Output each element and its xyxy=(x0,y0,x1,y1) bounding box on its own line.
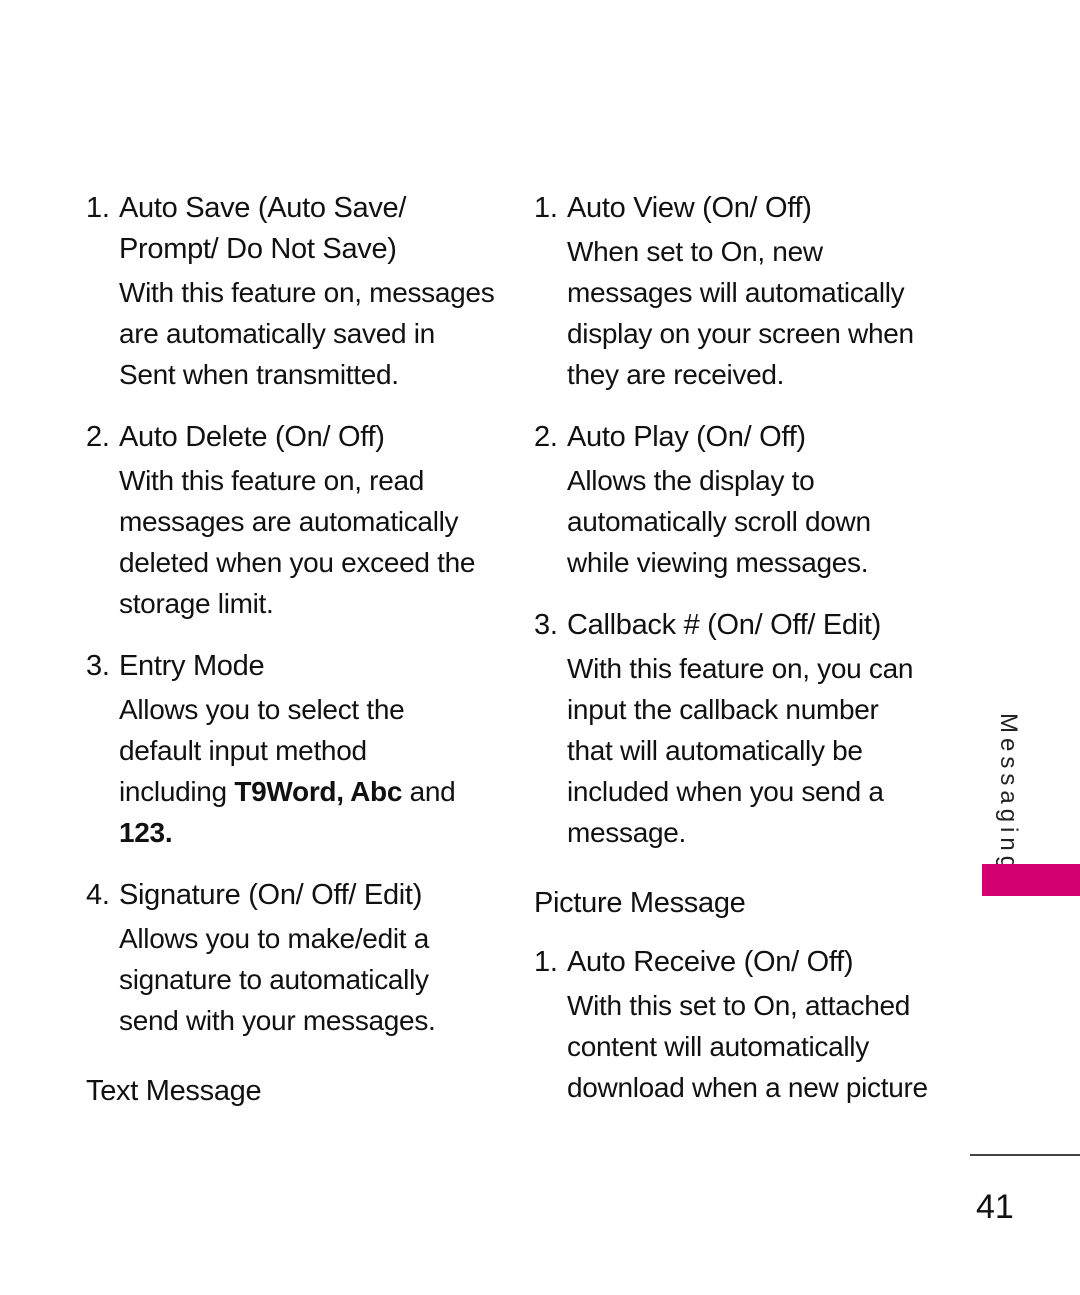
footer-rule xyxy=(970,1154,1080,1156)
item-description: With this feature on, read messages are a… xyxy=(119,465,476,619)
item-description: Allows the display to automatically scrol… xyxy=(567,465,871,578)
item-description: When set to On, new messages will automat… xyxy=(567,236,914,390)
item-description: With this feature on, messages are automa… xyxy=(119,277,495,390)
item-heading: 2. Auto Play (On/ Off) xyxy=(534,421,806,453)
signature-item: 4. Signature (On/ Off/ Edit) Allows you t… xyxy=(86,875,506,1041)
item-description: With this feature on, you can input the c… xyxy=(567,653,914,848)
item-heading: 1. Auto Save (Auto Save/Prompt/ Do Not Sa… xyxy=(86,192,407,265)
item-heading: 3. Entry Mode xyxy=(86,650,265,682)
auto-delete-item: 2. Auto Delete (On/ Off) With this featur… xyxy=(86,417,506,624)
right-column: 1. Auto View (On/ Off) When set to On, ne… xyxy=(534,188,954,1108)
left-column: 1. Auto Save (Auto Save/Prompt/ Do Not Sa… xyxy=(86,188,506,1112)
side-section-tab xyxy=(982,864,1080,896)
callback-item: 3. Callback # (On/ Off/ Edit) With this f… xyxy=(534,605,954,853)
auto-receive-item: 1. Auto Receive (On/ Off) With this set t… xyxy=(534,942,954,1108)
auto-save-item: 1. Auto Save (Auto Save/Prompt/ Do Not Sa… xyxy=(86,188,506,395)
auto-view-item: 1. Auto View (On/ Off) When set to On, ne… xyxy=(534,188,954,395)
section-title-text-message: Text Message xyxy=(86,1075,262,1107)
page-number: 41 xyxy=(976,1188,1014,1226)
item-description: With this set to On, attached content wil… xyxy=(567,990,928,1103)
auto-play-item: 2. Auto Play (On/ Off) Allows the display… xyxy=(534,417,954,583)
item-description: Allows you to select the default input me… xyxy=(119,694,456,848)
item-heading: 4. Signature (On/ Off/ Edit) xyxy=(86,879,423,911)
item-heading: 2. Auto Delete (On/ Off) xyxy=(86,421,385,453)
item-heading: 1. Auto View (On/ Off) xyxy=(534,192,812,224)
item-heading: 1. Auto Receive (On/ Off) xyxy=(534,946,854,978)
side-section-label: Messaging xyxy=(995,713,1022,875)
entry-mode-item: 3. Entry Mode Allows you to select the def… xyxy=(86,646,506,853)
item-heading: 3. Callback # (On/ Off/ Edit) xyxy=(534,609,882,641)
item-description: Allows you to make/edit a signature to au… xyxy=(119,923,436,1036)
section-title-picture-message: Picture Message xyxy=(534,887,746,919)
